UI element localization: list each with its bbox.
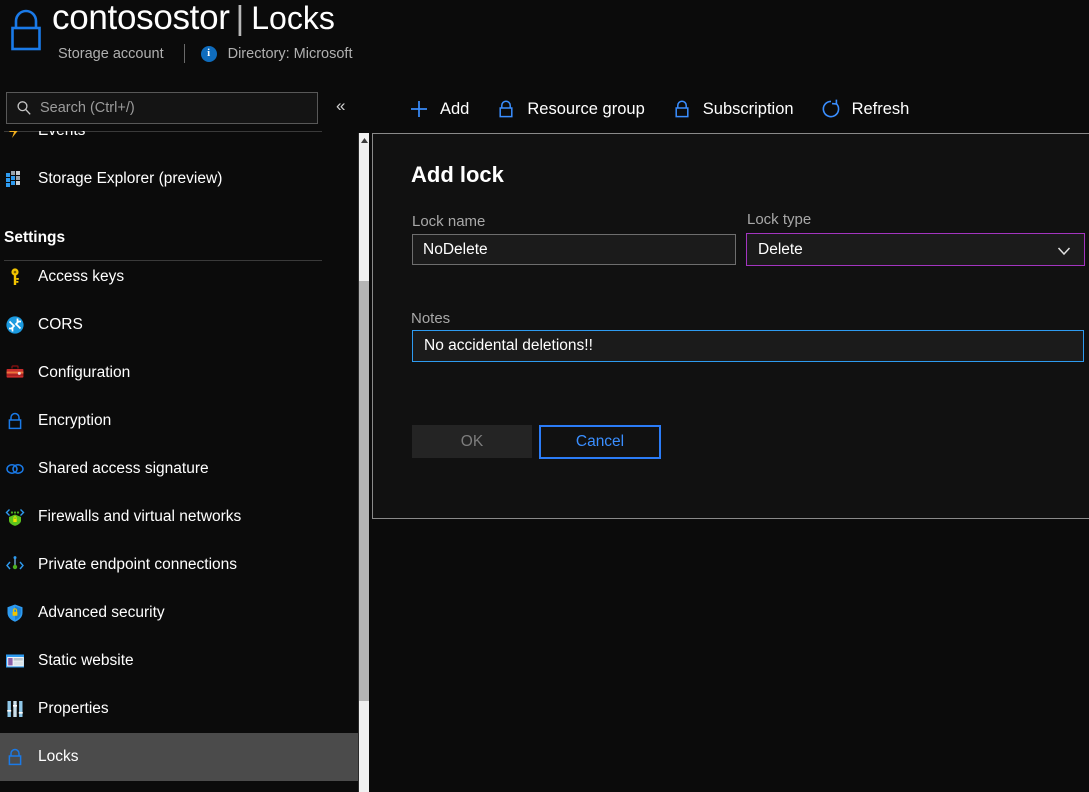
directory-label: Directory: Microsoft bbox=[228, 46, 353, 62]
title-separator: | bbox=[236, 0, 245, 37]
search-input[interactable] bbox=[40, 100, 290, 116]
sidebar-item-configuration[interactable]: Configuration bbox=[0, 349, 358, 397]
lock-name-input[interactable] bbox=[412, 234, 736, 265]
refresh-icon bbox=[820, 98, 842, 120]
firewall-icon bbox=[4, 506, 26, 528]
add-button[interactable]: Add bbox=[408, 98, 469, 120]
sidebar-item-label: Events bbox=[38, 131, 85, 140]
properties-sliders-icon bbox=[4, 698, 26, 720]
sidebar: « Events bbox=[0, 85, 358, 792]
sidebar-item-label: CORS bbox=[38, 316, 83, 334]
lock-type-value: Delete bbox=[747, 241, 803, 259]
info-icon: i bbox=[201, 46, 217, 62]
lock-name-label: Lock name bbox=[412, 213, 485, 230]
sidebar-item-events[interactable]: Events bbox=[0, 131, 358, 155]
key-icon bbox=[4, 266, 26, 288]
sidebar-item-label: Private endpoint connections bbox=[38, 556, 237, 574]
sidebar-scrollbar-thumb[interactable] bbox=[359, 281, 369, 701]
sidebar-item-cors[interactable]: CORS bbox=[0, 301, 358, 349]
sidebar-item-firewalls-and-virtual-networks[interactable]: Firewalls and virtual networks bbox=[0, 493, 358, 541]
cancel-button[interactable]: Cancel bbox=[539, 425, 661, 459]
lock-type-select[interactable]: Delete bbox=[746, 233, 1085, 266]
sidebar-section-settings: Settings bbox=[0, 203, 358, 253]
resource-group-button[interactable]: Resource group bbox=[495, 98, 644, 120]
command-toolbar: Add Resource group Subscription bbox=[370, 85, 1089, 133]
sidebar-item-advanced-security[interactable]: Advanced security bbox=[0, 589, 358, 637]
page-title: Locks bbox=[251, 0, 335, 37]
shield-lock-icon bbox=[4, 602, 26, 624]
search-box[interactable] bbox=[6, 92, 318, 124]
notes-input[interactable] bbox=[412, 330, 1084, 362]
sidebar-item-label: Advanced security bbox=[38, 604, 165, 622]
notes-label: Notes bbox=[411, 310, 450, 327]
sidebar-item-storage-explorer[interactable]: Storage Explorer (preview) bbox=[0, 155, 358, 203]
static-website-icon bbox=[4, 650, 26, 672]
subtitle-divider bbox=[184, 44, 185, 63]
content-area: Add Resource group Subscription bbox=[370, 85, 1089, 792]
sidebar-item-access-keys[interactable]: Access keys bbox=[0, 253, 358, 301]
sidebar-item-locks[interactable]: Locks bbox=[0, 733, 358, 781]
sidebar-item-label: Configuration bbox=[38, 364, 130, 382]
cors-globe-icon bbox=[4, 314, 26, 336]
sidebar-item-label: Shared access signature bbox=[38, 460, 209, 478]
private-endpoint-icon bbox=[4, 554, 26, 576]
sidebar-item-label: Encryption bbox=[38, 412, 111, 430]
add-button-label: Add bbox=[440, 100, 469, 119]
storage-explorer-icon bbox=[4, 168, 26, 190]
subscription-button[interactable]: Subscription bbox=[671, 98, 794, 120]
lock-icon bbox=[4, 410, 26, 432]
add-lock-dialog: Add lock Lock name Lock type Delete Note… bbox=[372, 133, 1089, 519]
search-icon bbox=[16, 100, 32, 116]
collapse-sidebar-button[interactable]: « bbox=[336, 97, 345, 114]
sidebar-item-encryption[interactable]: Encryption bbox=[0, 397, 358, 445]
lock-icon bbox=[671, 98, 693, 120]
dialog-title: Add lock bbox=[411, 162, 504, 188]
sidebar-nav-list: Events Storage Explorer (preview) bbox=[0, 131, 358, 792]
sidebar-item-static-website[interactable]: Static website bbox=[0, 637, 358, 685]
sidebar-item-label: Locks bbox=[38, 748, 79, 766]
refresh-button[interactable]: Refresh bbox=[820, 98, 910, 120]
sidebar-scrollbar[interactable] bbox=[358, 133, 369, 792]
sidebar-item-shared-access-signature[interactable]: Shared access signature bbox=[0, 445, 358, 493]
refresh-button-label: Refresh bbox=[852, 100, 910, 119]
sidebar-item-label: Firewalls and virtual networks bbox=[38, 508, 241, 526]
lightning-bolt-icon bbox=[4, 131, 26, 141]
search-container bbox=[6, 92, 318, 124]
resource-name: contosostor bbox=[52, 0, 230, 38]
link-chain-icon bbox=[4, 458, 26, 480]
sidebar-item-label: Properties bbox=[38, 700, 109, 718]
sidebar-item-label: Storage Explorer (preview) bbox=[38, 170, 222, 188]
sidebar-item-label: Access keys bbox=[38, 268, 124, 286]
sidebar-item-properties[interactable]: Properties bbox=[0, 685, 358, 733]
sidebar-item-private-endpoint-connections[interactable]: Private endpoint connections bbox=[0, 541, 358, 589]
toolbox-icon bbox=[4, 362, 26, 384]
page-header: contosostor | Locks Storage account i Di… bbox=[0, 0, 1089, 85]
lock-icon bbox=[4, 746, 26, 768]
lock-icon bbox=[495, 98, 517, 120]
lock-type-label: Lock type bbox=[747, 211, 811, 228]
chevron-down-icon bbox=[1056, 243, 1072, 259]
resource-group-button-label: Resource group bbox=[527, 100, 644, 119]
sidebar-section-label: Settings bbox=[4, 229, 65, 247]
plus-icon bbox=[408, 98, 430, 120]
lock-icon bbox=[6, 8, 46, 54]
subscription-button-label: Subscription bbox=[703, 100, 794, 119]
sidebar-item-label: Static website bbox=[38, 652, 134, 670]
page-subtitle-row: Storage account i Directory: Microsoft bbox=[58, 44, 353, 63]
page-title-row: contosostor | Locks bbox=[52, 0, 335, 38]
scroll-up-arrow-icon[interactable] bbox=[359, 133, 369, 147]
ok-button[interactable]: OK bbox=[412, 425, 532, 458]
resource-type-label: Storage account bbox=[58, 46, 164, 62]
